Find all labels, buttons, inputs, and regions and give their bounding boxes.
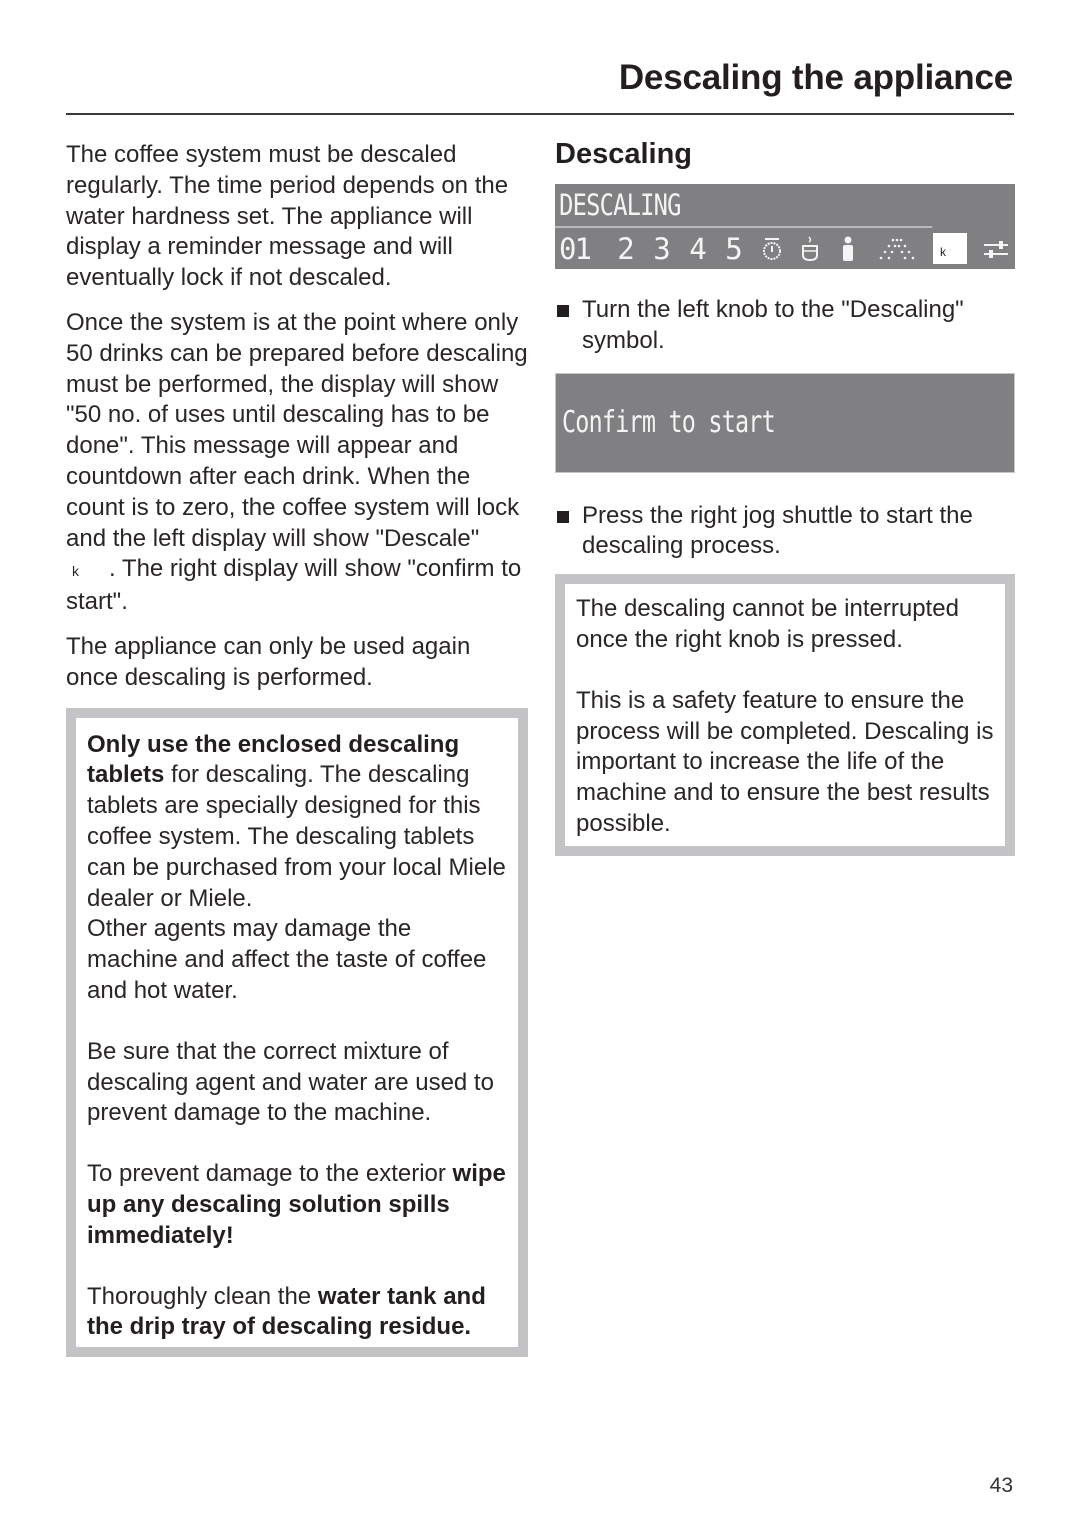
right-column: Descaling DESCALING 01 2 3 4 5 k Turn th… bbox=[555, 134, 1015, 856]
spray-icon bbox=[875, 234, 919, 264]
step-press-shuttle: Press the right jog shuttle to start the… bbox=[555, 501, 1015, 563]
step-turn-knob: Turn the left knob to the "Descaling" sy… bbox=[555, 295, 1015, 357]
usage-paragraph: The appliance can only be used again onc… bbox=[66, 632, 471, 691]
step-turn-knob-text: Turn the left knob to the "Descaling" sy… bbox=[582, 296, 964, 354]
warning-spills: To prevent damage to the exterior wipe u… bbox=[87, 1159, 508, 1251]
warning-agents-text: Other agents may damage the machine and … bbox=[87, 915, 487, 1004]
display-title: DESCALING bbox=[555, 184, 933, 228]
section-heading: Descaling bbox=[555, 138, 692, 170]
countdown-text-end: . The right display will show "confirm t… bbox=[66, 555, 522, 616]
display-program-1: 01 bbox=[559, 231, 592, 266]
warning-mixture: Be sure that the correct mixture of desc… bbox=[87, 1037, 494, 1127]
left-column: The coffee system must be descaled regul… bbox=[66, 140, 528, 1358]
descale-symbol-label: k bbox=[940, 245, 946, 259]
display-menu-row: 01 2 3 4 5 k bbox=[555, 228, 1015, 269]
menu-display: DESCALING 01 2 3 4 5 k bbox=[555, 184, 1015, 269]
page-title: Descaling the appliance bbox=[618, 58, 1013, 97]
countdown-text: Once the system is at the point where on… bbox=[66, 308, 528, 552]
intro-paragraph: The coffee system must be descaled regul… bbox=[66, 141, 509, 292]
step-press-shuttle-text: Press the right jog shuttle to start the… bbox=[582, 501, 973, 560]
display-program-3: 3 bbox=[653, 231, 670, 266]
display-program-5: 5 bbox=[725, 231, 742, 266]
cup-icon bbox=[793, 234, 827, 264]
countdown-paragraph: Once the system is at the point where on… bbox=[66, 308, 528, 618]
person-icon bbox=[831, 234, 865, 264]
warning-clean: Thoroughly clean the water tank and the … bbox=[87, 1282, 508, 1344]
confirm-display: Confirm to start bbox=[555, 372, 1015, 473]
warning-box: Only use the enclosed descaling tablets … bbox=[66, 707, 528, 1358]
warning-spills-text: To prevent damage to the exterior bbox=[87, 1160, 453, 1188]
power-timer-icon bbox=[755, 234, 789, 264]
warning-tablets: Only use the enclosed descaling tablets … bbox=[87, 730, 508, 1007]
confirm-display-text: Confirm to start bbox=[562, 405, 776, 441]
info-box: The descaling cannot be interrupted once… bbox=[555, 574, 1015, 856]
descale-symbol-icon: k bbox=[933, 233, 967, 264]
display-program-4: 4 bbox=[689, 231, 706, 266]
display-program-2: 2 bbox=[617, 231, 634, 266]
bullet-icon bbox=[557, 510, 569, 523]
info-safety: This is a safety feature to ensure the p… bbox=[576, 686, 994, 837]
settings-sliders-icon bbox=[979, 234, 1013, 264]
bullet-icon bbox=[557, 305, 569, 317]
page-number: 43 bbox=[989, 1474, 1013, 1497]
descale-symbol-icon: k bbox=[72, 563, 79, 580]
info-interrupt: The descaling cannot be interrupted once… bbox=[576, 595, 959, 653]
warning-clean-text: Thoroughly clean the bbox=[87, 1282, 318, 1310]
title-divider bbox=[66, 113, 1014, 115]
